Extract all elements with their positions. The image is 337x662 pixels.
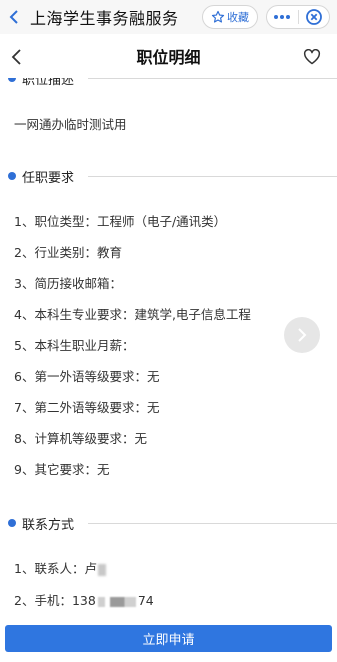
section-title: 联系方式 xyxy=(22,517,75,533)
miniapp-title: 上海学生事务融服务 xyxy=(30,9,179,28)
chevron-left-icon xyxy=(11,49,21,65)
section-dot xyxy=(8,172,16,180)
requirement-item: 1、职位类型：工程师（电子/通讯类） xyxy=(14,214,227,229)
favorite-label: 收藏 xyxy=(227,11,249,24)
miniapp-back-button[interactable] xyxy=(2,0,26,34)
job-description-text: 一网通办临时测试用 xyxy=(14,117,127,132)
contact-person: 1、联系人：卢 xyxy=(14,558,106,577)
requirement-item: 6、第一外语等级要求：无 xyxy=(14,369,160,384)
requirement-item: 8、计算机等级要求：无 xyxy=(14,431,147,446)
requirement-item: 3、简历接收邮箱： xyxy=(14,276,122,291)
section-header-contact: 联系方式 xyxy=(8,514,337,533)
miniapp-capsule xyxy=(266,5,330,29)
section-header-requirements: 任职要求 xyxy=(8,167,337,186)
contact-phone: 2、手机：138 74 xyxy=(14,590,154,609)
favorite-button[interactable]: 收藏 xyxy=(202,5,258,29)
section-divider xyxy=(88,523,337,524)
next-page-button[interactable] xyxy=(284,317,320,353)
section-divider xyxy=(88,78,337,79)
requirement-item: 5、本科生职业月薪： xyxy=(14,338,135,353)
section-header-description: 职位描述 xyxy=(8,78,337,88)
more-dots-icon xyxy=(274,15,291,19)
contact-phone-tail: 74 xyxy=(137,593,154,608)
close-miniapp-button[interactable] xyxy=(299,8,330,26)
requirement-item: 4、本科生专业要求：建筑学,电子信息工程 xyxy=(14,307,251,322)
more-button[interactable] xyxy=(267,14,298,20)
section-divider xyxy=(88,176,337,177)
close-circle-icon xyxy=(305,9,322,25)
back-button[interactable] xyxy=(6,46,28,68)
redacted-phone-digits xyxy=(97,596,136,607)
page-title: 职位明细 xyxy=(136,48,201,67)
section-dot xyxy=(8,519,16,527)
requirement-item: 9、其它要求：无 xyxy=(14,462,110,477)
requirement-item: 7、第二外语等级要求：无 xyxy=(14,400,160,415)
section-title: 职位描述 xyxy=(22,78,75,88)
contact-person-label: 1、联系人：卢 xyxy=(14,561,97,576)
bottom-action-bar: 立即申请 xyxy=(0,620,337,662)
page-navbar: 职位明细 xyxy=(0,34,337,78)
star-icon xyxy=(211,10,225,23)
redacted-name xyxy=(97,563,106,576)
chevron-right-icon xyxy=(298,328,307,342)
apply-now-button[interactable]: 立即申请 xyxy=(5,625,332,652)
requirement-item: 2、行业类别：教育 xyxy=(14,245,122,260)
job-detail-content[interactable]: 职位描述 一网通办临时测试用 任职要求 1、职位类型：工程师（电子/通讯类） 2… xyxy=(0,78,337,620)
contact-phone-label: 2、手机：138 xyxy=(14,593,96,608)
heart-icon xyxy=(303,49,321,65)
favorite-job-button[interactable] xyxy=(301,46,323,68)
chevron-left-icon xyxy=(9,10,18,24)
section-title: 任职要求 xyxy=(22,170,75,186)
section-dot xyxy=(8,78,16,82)
